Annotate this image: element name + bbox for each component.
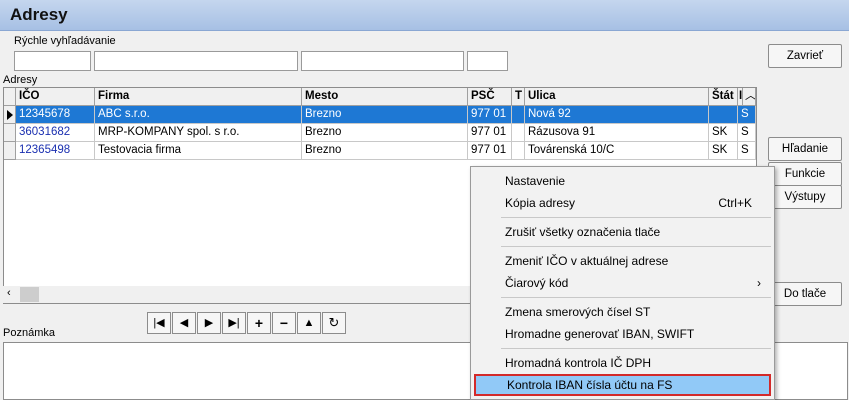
menu-item-nastavenie[interactable]: Nastavenie <box>474 170 771 192</box>
column-header-ico[interactable]: IČO <box>16 88 95 106</box>
cell-ulica[interactable]: Nová 92 <box>525 106 709 124</box>
search-input-mesto[interactable] <box>301 51 464 71</box>
outputs-button[interactable]: Výstupy <box>768 185 842 209</box>
cell-firma[interactable]: MRP-KOMPANY spol. s r.o. <box>95 124 302 142</box>
menu-item-kontrola-iban[interactable]: Kontrola IBAN čísla účtu na FS <box>474 374 771 396</box>
cell-psc[interactable]: 977 01 <box>468 142 512 160</box>
menu-item-label: Kontrola IBAN čísla účtu na FS <box>507 378 673 392</box>
delete-icon[interactable]: − <box>272 312 296 334</box>
cell-i[interactable]: S <box>738 106 756 124</box>
horizontal-scrollbar[interactable]: ‹ <box>3 286 473 303</box>
close-button[interactable]: Zavrieť <box>768 44 842 68</box>
menu-item-generovat-iban[interactable]: Hromadne generovať IBAN, SWIFT <box>474 323 771 345</box>
last-record-icon[interactable]: ▶| <box>222 312 246 334</box>
page-title: Adresy <box>10 5 68 24</box>
grid-label: Adresy <box>3 74 38 86</box>
menu-item-label: Nastavenie <box>505 174 566 188</box>
column-header-t[interactable]: T <box>512 88 525 106</box>
cell-mesto[interactable]: Brezno <box>302 142 468 160</box>
cell-t[interactable] <box>512 106 525 124</box>
cell-i[interactable]: S <box>738 142 756 160</box>
table-row[interactable]: 12345678 ABC s.r.o. Brezno 977 01 Nová 9… <box>4 106 756 124</box>
cell-mesto[interactable]: Brezno <box>302 124 468 142</box>
cell-ico[interactable]: 12345678 <box>16 106 95 124</box>
menu-item-ciarovy-kod[interactable]: Čiarový kód › <box>474 272 771 294</box>
search-input-psc[interactable] <box>467 51 508 71</box>
scrollbar-thumb[interactable] <box>20 287 39 302</box>
menu-item-zrusit-oznacenia[interactable]: Zrušiť všetky označenia tlače <box>474 221 771 243</box>
menu-separator <box>501 246 771 247</box>
menu-separator <box>501 348 771 349</box>
cell-ulica[interactable]: Rázusova 91 <box>525 124 709 142</box>
window-title-bar: Adresy <box>0 0 849 31</box>
row-indicator <box>4 124 16 142</box>
menu-item-kontrola-ic-dph[interactable]: Hromadná kontrola IČ DPH <box>474 352 771 374</box>
menu-item-label: Hromadná kontrola IČ DPH <box>505 356 652 370</box>
cell-t[interactable] <box>512 142 525 160</box>
note-label: Poznámka <box>3 327 55 339</box>
cell-ico[interactable]: 12365498 <box>16 142 95 160</box>
menu-item-label: Zrušiť všetky označenia tlače <box>505 225 661 239</box>
insert-icon[interactable]: + <box>247 312 271 334</box>
submenu-arrow-icon: › <box>757 276 761 290</box>
prior-record-icon[interactable]: ◀ <box>172 312 196 334</box>
refresh-icon[interactable]: ↻ <box>322 312 346 334</box>
cell-firma[interactable]: Testovacia firma <box>95 142 302 160</box>
column-header-psc[interactable]: PSČ <box>468 88 512 106</box>
search-input-ico[interactable] <box>14 51 91 71</box>
context-menu: Nastavenie Kópia adresy Ctrl+K Zrušiť vše… <box>470 166 775 400</box>
menu-item-label: Hromadne generovať IBAN, SWIFT <box>505 327 695 341</box>
column-header-mesto[interactable]: Mesto <box>302 88 468 106</box>
cell-psc[interactable]: 977 01 <box>468 106 512 124</box>
functions-button[interactable]: Funkcie <box>768 162 842 186</box>
first-record-icon[interactable]: |◀ <box>147 312 171 334</box>
menu-separator <box>501 297 771 298</box>
cell-firma[interactable]: ABC s.r.o. <box>95 106 302 124</box>
quick-search-label: Rýchle vyhľadávanie <box>14 35 116 47</box>
cell-stat[interactable]: SK <box>709 124 738 142</box>
menu-item-label: Zmeniť IČO v aktuálnej adrese <box>505 254 669 268</box>
menu-item-zmenit-ico[interactable]: Zmeniť IČO v aktuálnej adrese <box>474 250 771 272</box>
cell-stat[interactable]: SK <box>709 142 738 160</box>
menu-item-label: Čiarový kód <box>505 276 569 290</box>
cell-psc[interactable]: 977 01 <box>468 124 512 142</box>
menu-item-label: Kópia adresy <box>505 196 576 210</box>
column-header-ulica[interactable]: Ulica <box>525 88 709 106</box>
next-record-icon[interactable]: ▶ <box>197 312 221 334</box>
column-header-firma[interactable]: Firma <box>95 88 302 106</box>
scroll-left-arrow-icon[interactable]: ‹ <box>7 287 11 299</box>
column-header-stat[interactable]: Štát <box>709 88 738 106</box>
search-input-firma[interactable] <box>94 51 298 71</box>
menu-item-shortcut: Ctrl+K <box>718 196 752 210</box>
cell-ulica[interactable]: Továrenská 10/C <box>525 142 709 160</box>
menu-item-kopia-adresy[interactable]: Kópia adresy Ctrl+K <box>474 192 771 214</box>
cell-mesto[interactable]: Brezno <box>302 106 468 124</box>
menu-item-zmena-smerovych-cisel[interactable]: Zmena smerových čísel ST <box>474 301 771 323</box>
cell-i[interactable]: S <box>738 124 756 142</box>
search-button[interactable]: Hľadanie <box>768 137 842 161</box>
cell-ico[interactable]: 36031682 <box>16 124 95 142</box>
cell-t[interactable] <box>512 124 525 142</box>
row-indicator-header <box>4 88 16 106</box>
menu-item-label: Zmena smerových čísel ST <box>505 305 651 319</box>
scroll-up-arrow-icon[interactable]: ︿ <box>743 88 756 106</box>
menu-separator <box>501 217 771 218</box>
current-row-indicator-icon <box>4 106 16 124</box>
row-indicator <box>4 142 16 160</box>
print-button[interactable]: Do tlače <box>768 282 842 306</box>
table-row[interactable]: 36031682 MRP-KOMPANY spol. s r.o. Brezno… <box>4 124 756 142</box>
edit-icon[interactable]: ▲ <box>297 312 321 334</box>
cell-stat[interactable] <box>709 106 738 124</box>
table-row[interactable]: 12365498 Testovacia firma Brezno 977 01 … <box>4 142 756 160</box>
